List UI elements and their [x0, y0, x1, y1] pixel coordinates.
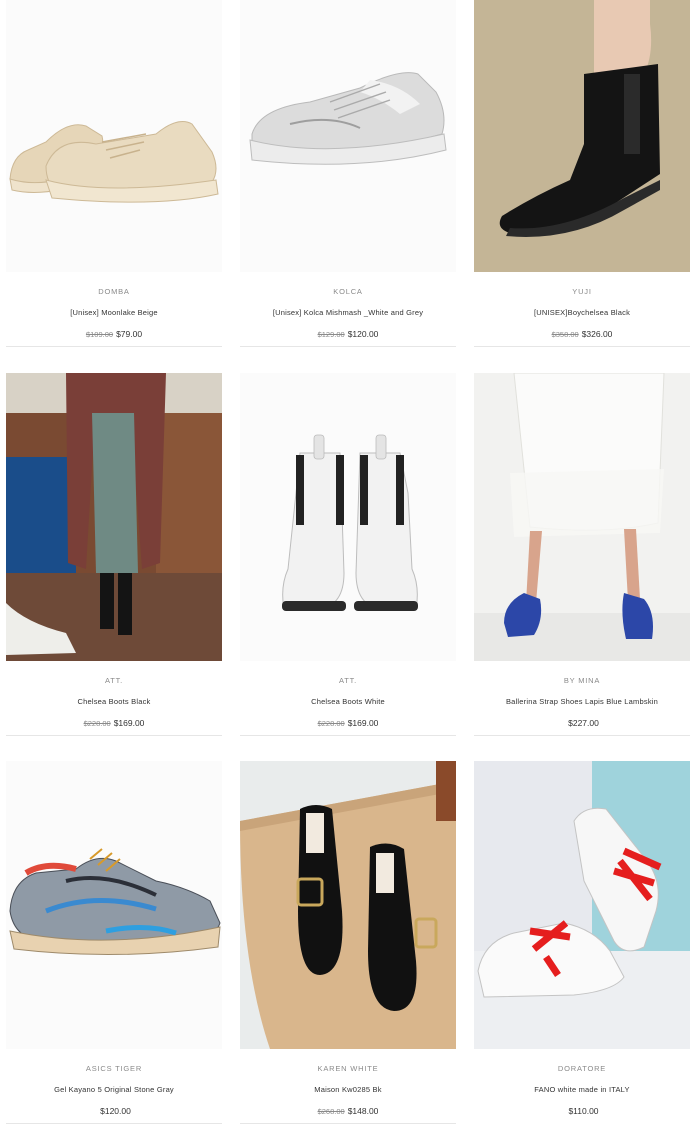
- product-brand[interactable]: KOLCA: [240, 287, 456, 296]
- product-brand[interactable]: YUJI: [474, 287, 690, 296]
- sale-price: $120.00: [347, 329, 379, 339]
- model-in-coat-black-boots-image: [6, 373, 222, 661]
- product-title[interactable]: FANO white made in ITALY: [474, 1085, 690, 1094]
- product-image[interactable]: [6, 761, 222, 1049]
- product-brand[interactable]: BY MINA: [474, 676, 690, 685]
- product-card[interactable]: KAREN WHITE Maison Kw0285 Bk $268.00 $148…: [240, 761, 456, 1124]
- black-buckle-mules-on-mat-image: [240, 761, 456, 1049]
- divider: [6, 346, 222, 347]
- white-chelsea-boots-image: [240, 373, 456, 661]
- product-price: $228.00 $169.00: [240, 718, 456, 728]
- product-title[interactable]: [Unisex] Kolca Mishmash _White and Grey: [240, 308, 456, 317]
- product-card[interactable]: YUJI [UNISEX]Boychelsea Black $358.00 $32…: [474, 0, 690, 347]
- product-card[interactable]: ATT. Chelsea Boots Black $228.00 $169.00: [6, 373, 222, 736]
- divider: [6, 735, 222, 736]
- original-price: $109.00: [85, 330, 114, 339]
- product-price: $129.00 $120.00: [240, 329, 456, 339]
- product-title[interactable]: Chelsea Boots Black: [6, 697, 222, 706]
- product-card[interactable]: DOMBA [Unisex] Moonlake Beige $109.00 $79…: [6, 0, 222, 347]
- product-price: $358.00 $326.00: [474, 329, 690, 339]
- product-image[interactable]: [240, 761, 456, 1049]
- asics-gel-kayano-sneaker-image: [6, 761, 222, 1049]
- sale-price: $169.00: [113, 718, 145, 728]
- product-brand[interactable]: DORATORE: [474, 1064, 690, 1073]
- divider: [240, 346, 456, 347]
- product-title[interactable]: Gel Kayano 5 Original Stone Gray: [6, 1085, 222, 1094]
- sale-price: $79.00: [116, 329, 143, 339]
- product-title[interactable]: Maison Kw0285 Bk: [240, 1085, 456, 1094]
- white-sneakers-red-laces-image: [474, 761, 690, 1049]
- original-price: $129.00: [317, 330, 345, 339]
- divider: [474, 735, 690, 736]
- product-image[interactable]: [474, 373, 690, 661]
- product-price: $227.00: [474, 718, 690, 728]
- product-image[interactable]: [6, 0, 222, 272]
- product-image[interactable]: [240, 0, 456, 272]
- product-price: $109.00 $79.00: [6, 329, 222, 339]
- product-card[interactable]: DORATORE FANO white made in ITALY $110.0…: [474, 761, 690, 1116]
- product-brand[interactable]: KAREN WHITE: [240, 1064, 456, 1073]
- divider: [240, 735, 456, 736]
- product-card[interactable]: BY MINA Ballerina Strap Shoes Lapis Blue…: [474, 373, 690, 736]
- beige-chunky-sneakers-image: [6, 0, 222, 272]
- original-price: $228.00: [83, 719, 111, 728]
- divider: [474, 346, 690, 347]
- product-title[interactable]: Ballerina Strap Shoes Lapis Blue Lambski…: [474, 697, 690, 706]
- sale-price: $227.00: [568, 718, 599, 728]
- product-image[interactable]: [6, 373, 222, 661]
- original-price: $228.00: [317, 719, 345, 728]
- product-brand[interactable]: DOMBA: [6, 287, 222, 296]
- product-price: $228.00 $169.00: [6, 718, 222, 728]
- product-card[interactable]: KOLCA [Unisex] Kolca Mishmash _White and…: [240, 0, 456, 347]
- product-image[interactable]: [474, 0, 690, 272]
- product-grid: DOMBA [Unisex] Moonlake Beige $109.00 $79…: [0, 0, 700, 1124]
- product-card[interactable]: ASICS TIGER Gel Kayano 5 Original Stone …: [6, 761, 222, 1124]
- product-brand[interactable]: ATT.: [6, 676, 222, 685]
- sale-price: $169.00: [347, 718, 379, 728]
- sale-price: $326.00: [581, 329, 613, 339]
- product-brand[interactable]: ATT.: [240, 676, 456, 685]
- product-brand[interactable]: ASICS TIGER: [6, 1064, 222, 1073]
- product-title[interactable]: [UNISEX]Boychelsea Black: [474, 308, 690, 317]
- black-chelsea-boot-on-rug-image: [474, 0, 690, 272]
- product-image[interactable]: [240, 373, 456, 661]
- blue-ballerina-shoes-model-image: [474, 373, 690, 661]
- original-price: $358.00: [551, 330, 579, 339]
- grey-white-sneaker-image: [240, 0, 456, 272]
- product-title[interactable]: [Unisex] Moonlake Beige: [6, 308, 222, 317]
- product-card[interactable]: ATT. Chelsea Boots White $228.00 $169.00: [240, 373, 456, 736]
- product-title[interactable]: Chelsea Boots White: [240, 697, 456, 706]
- product-image[interactable]: [474, 761, 690, 1049]
